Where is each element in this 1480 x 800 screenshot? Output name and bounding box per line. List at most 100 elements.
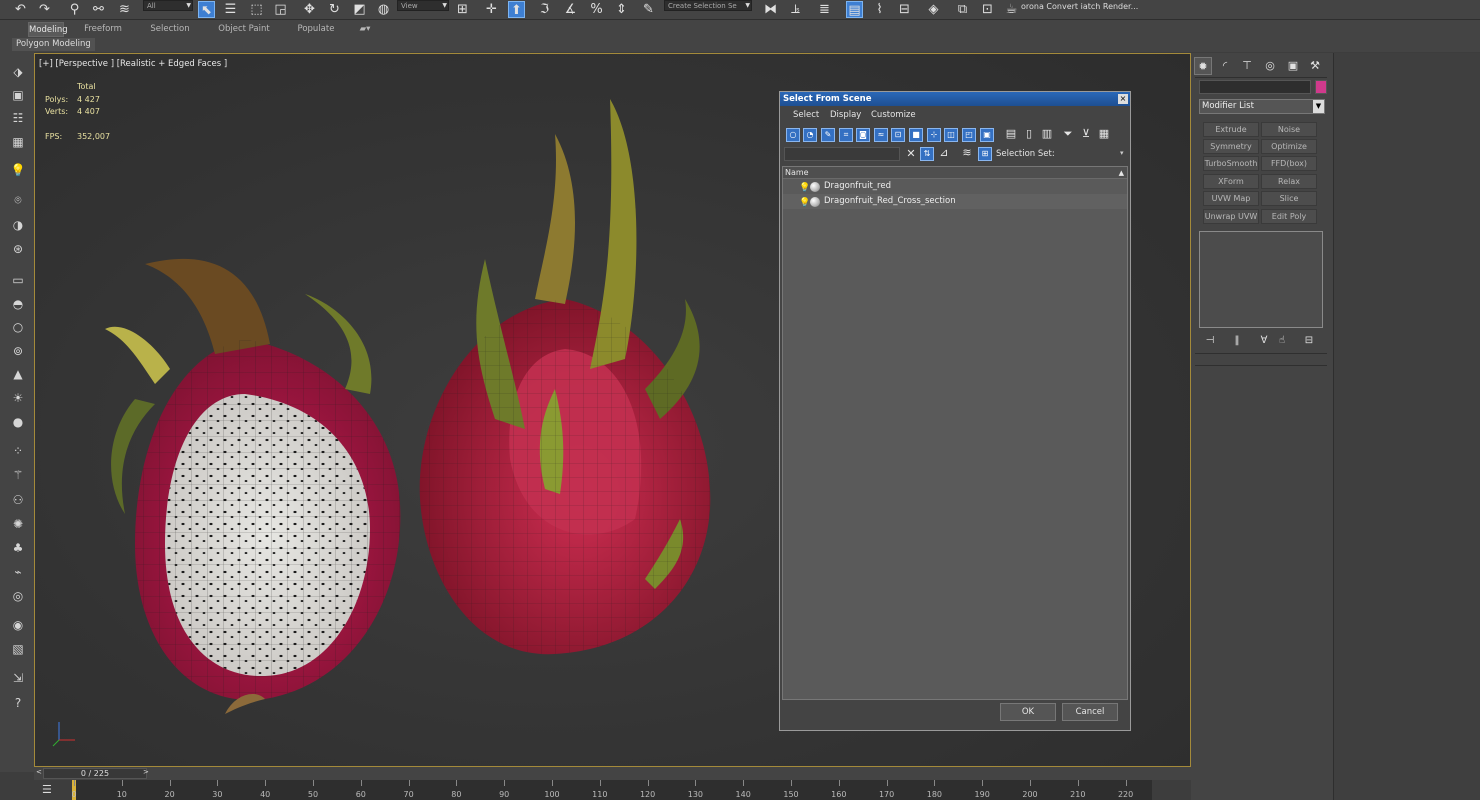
configure-modifier-sets-icon[interactable]: ⊟ — [1302, 334, 1316, 348]
close-icon[interactable]: × — [1118, 94, 1128, 104]
sun-icon[interactable]: ☀ — [9, 390, 27, 406]
material-sphere-icon[interactable]: ◉ — [9, 617, 27, 633]
foliage-icon[interactable]: ♣ — [9, 540, 27, 556]
select-all-icon[interactable]: ▤ — [1004, 128, 1018, 142]
list-item[interactable]: 💡 Dragonfruit_Red_Cross_section — [783, 194, 1127, 209]
noise-button[interactable]: Noise — [1261, 122, 1317, 137]
uvw-map-button[interactable]: UVW Map — [1203, 191, 1259, 206]
dragonfruit-red-model[interactable] — [415, 99, 725, 669]
window-crossing-icon[interactable]: ◲ — [272, 1, 289, 18]
display-groups-icon[interactable]: ⊡ — [891, 128, 905, 142]
align-icon[interactable]: ⫡ — [787, 1, 804, 18]
render-menu-label[interactable]: orona Convert iatch Render... — [1021, 2, 1138, 11]
select-none-icon[interactable]: ▯ — [1022, 128, 1036, 142]
material-editor-icon[interactable]: ◈ — [925, 1, 942, 18]
display-shapes-icon[interactable]: ◔ — [803, 128, 817, 142]
remove-modifier-icon[interactable]: ☝ — [1275, 334, 1289, 348]
column-header-name[interactable]: Name ▲ — [783, 167, 1127, 179]
torus-icon[interactable]: ⊚ — [9, 343, 27, 359]
track-bar[interactable]: ☰ 0 10 20 30 40 50 60 70 80 90 100 110 120 130 140 150 1… — [0, 780, 1191, 800]
display-tab-icon[interactable]: ▣ — [1284, 57, 1302, 75]
find-input[interactable] — [784, 147, 900, 161]
select-manipulate-icon[interactable]: ✛ — [483, 1, 500, 18]
geosphere-icon[interactable]: ● — [9, 414, 27, 430]
render-teapot-icon[interactable]: ☕ — [1003, 1, 1020, 18]
display-cameras-icon[interactable]: ⌗ — [839, 128, 853, 142]
ribbon-options-icon[interactable]: ▰▾ — [354, 22, 376, 37]
keyboard-shortcut-override-icon[interactable]: ⬆ — [508, 1, 525, 18]
snaps-toggle-icon[interactable]: ℑ — [536, 1, 553, 18]
help-icon[interactable]: ? — [9, 695, 27, 711]
link-icon[interactable]: ⚲ — [66, 1, 83, 18]
xform-button[interactable]: XForm — [1203, 174, 1259, 189]
viewport-label[interactable]: [+] [Perspective ] [Realistic + Edged Fa… — [39, 59, 227, 69]
toggle-ribbon-icon[interactable]: ▤ — [846, 1, 863, 18]
percent-snap-icon[interactable]: % — [588, 1, 605, 18]
display-containers-icon[interactable]: ◫ — [944, 128, 958, 142]
ribbon-tab-object-paint[interactable]: Object Paint — [216, 22, 272, 37]
unlink-icon[interactable]: ⚯ — [90, 1, 107, 18]
select-by-name-icon[interactable]: ☰ — [222, 1, 239, 18]
object-name-field[interactable] — [1199, 80, 1311, 94]
ribbon-tab-freeform[interactable]: Freeform — [82, 22, 124, 37]
filter-icon[interactable]: ⏷ — [1061, 128, 1075, 142]
sphere-icon[interactable]: ○ — [9, 319, 27, 335]
modifier-stack[interactable] — [1199, 231, 1323, 328]
pivot-center-icon[interactable]: ⊞ — [454, 1, 471, 18]
sort-by-hierarchy-icon[interactable]: ⇅ — [920, 147, 934, 161]
reference-coordinate-dropdown[interactable]: View ▼ — [397, 0, 449, 11]
sort-by-layer-icon[interactable]: ⊿ — [937, 147, 951, 161]
track-ruler[interactable]: 0 10 20 30 40 50 60 70 80 90 100 110 120 130 140 150 160… — [71, 780, 1152, 800]
box-icon[interactable]: ▭ — [9, 272, 27, 288]
bind-space-warp-icon[interactable]: ≋ — [116, 1, 133, 18]
named-selection-dropdown[interactable]: Create Selection Se ▼ — [664, 0, 752, 11]
ribbon-panel-polygon-modeling[interactable]: Polygon Modeling — [12, 38, 95, 51]
render-icon[interactable]: ▣ — [9, 87, 27, 103]
symmetry-button[interactable]: Symmetry — [1203, 139, 1259, 154]
mirror-icon[interactable]: ⧓ — [762, 1, 779, 18]
display-lights-icon[interactable]: ✎ — [821, 128, 835, 142]
hemisphere-icon[interactable]: ◓ — [9, 296, 27, 312]
dialog-menu-select[interactable]: Select — [793, 110, 819, 120]
clear-search-icon[interactable]: ✕ — [904, 148, 918, 162]
utilities-tab-icon[interactable]: ⚒ — [1306, 57, 1324, 75]
ok-button[interactable]: OK — [1000, 703, 1056, 721]
list-item[interactable]: 💡 Dragonfruit_red — [783, 179, 1127, 194]
motion-tab-icon[interactable]: ◎ — [1261, 57, 1279, 75]
time-slider[interactable]: 0 / 225 — [43, 768, 147, 779]
pin-stack-icon[interactable]: ⊣ — [1203, 334, 1217, 348]
edit-named-selection-icon[interactable]: ✎ — [640, 1, 657, 18]
export-icon[interactable]: ⇲ — [9, 670, 27, 686]
rect-selection-icon[interactable]: ⬚ — [248, 1, 265, 18]
dialog-title[interactable]: Select From Scene — [780, 92, 1130, 106]
list-icon[interactable]: ☷ — [9, 110, 27, 126]
layers-icon[interactable]: ≋ — [960, 147, 974, 161]
ribbon-tab-populate[interactable]: Populate — [295, 22, 337, 37]
hair-icon[interactable]: ✺ — [9, 516, 27, 532]
hierarchy-tab-icon[interactable]: ⊤ — [1238, 57, 1256, 75]
move-icon[interactable]: ✥ — [301, 1, 318, 18]
modifier-list-dropdown[interactable]: Modifier List ▼ — [1199, 99, 1325, 114]
optimize-button[interactable]: Optimize — [1261, 139, 1317, 154]
extrude-button[interactable]: Extrude — [1203, 122, 1259, 137]
biped-icon[interactable]: ⚇ — [9, 492, 27, 508]
hierarchy-filter-icon[interactable]: ⊻ — [1079, 128, 1093, 142]
open-mini-curve-editor-icon[interactable]: ☰ — [42, 784, 58, 796]
script-icon[interactable]: ▧ — [9, 641, 27, 657]
cloth-icon[interactable]: ◎ — [9, 588, 27, 604]
slice-button[interactable]: Slice — [1261, 191, 1317, 206]
scale-icon[interactable]: ◩ — [351, 1, 368, 18]
object-color-swatch[interactable] — [1315, 80, 1327, 94]
cancel-button[interactable]: Cancel — [1062, 703, 1118, 721]
selection-set-icon[interactable]: ⊞ — [978, 147, 992, 161]
angle-snap-icon[interactable]: ∡ — [562, 1, 579, 18]
curve-editor-icon[interactable]: ⌇ — [871, 1, 888, 18]
display-hidden-icon[interactable]: ▣ — [980, 128, 994, 142]
layer-explorer-icon[interactable]: ≣ — [816, 1, 833, 18]
particles-icon[interactable]: ⁘ — [9, 443, 27, 459]
ffd-box-button[interactable]: FFD(box) — [1261, 156, 1317, 171]
show-end-result-icon[interactable]: ‖ — [1230, 334, 1244, 348]
rotate-icon[interactable]: ↻ — [326, 1, 343, 18]
display-geometry-icon[interactable]: ○ — [786, 128, 800, 142]
unwrap-uvw-button[interactable]: Unwrap UVW — [1203, 209, 1259, 224]
